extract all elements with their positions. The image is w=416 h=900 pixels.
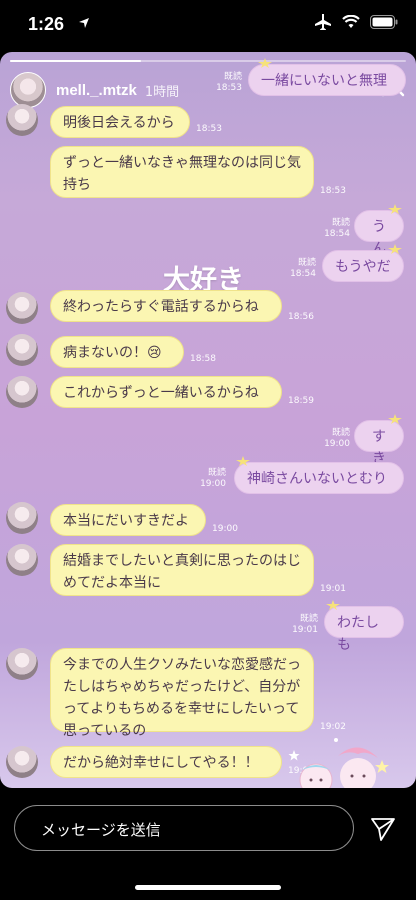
read-receipt: 既読 18:53 bbox=[212, 72, 242, 94]
message-bubble-received: 病まないの！😢 bbox=[50, 336, 184, 368]
message-time: 18:56 bbox=[288, 312, 314, 322]
message-bubble-sent: 一緒にいないと無理 bbox=[248, 64, 406, 96]
star-decoration-icon bbox=[326, 600, 340, 610]
send-icon[interactable] bbox=[370, 816, 396, 842]
message-bubble-sent: もうやだ bbox=[322, 250, 404, 282]
message-bubble-received: これからずっと一緒いるからね bbox=[50, 376, 282, 408]
read-label: 既読 bbox=[331, 218, 350, 228]
sender-avatar[interactable] bbox=[6, 292, 38, 324]
read-receipt: 既読 19:00 bbox=[196, 468, 226, 490]
location-arrow-icon bbox=[79, 18, 89, 28]
story-time-ago: 1時間 bbox=[144, 84, 180, 100]
status-bar: 1:26 bbox=[0, 0, 416, 48]
read-label: 既読 bbox=[299, 614, 318, 624]
sender-avatar[interactable] bbox=[6, 648, 38, 680]
sender-avatar[interactable] bbox=[6, 746, 38, 778]
status-time: 1:26 bbox=[28, 14, 65, 34]
message-time: 18:53 bbox=[320, 186, 346, 196]
message-bubble-sent: 神崎さんいないとむり bbox=[234, 462, 404, 494]
message-bubble-received: 終わったらすぐ電話するからね bbox=[50, 290, 282, 322]
message-time: 18:58 bbox=[190, 354, 216, 364]
message-time: 19:00 bbox=[212, 524, 238, 534]
sender-avatar[interactable] bbox=[6, 104, 38, 136]
star-decoration-icon bbox=[236, 456, 250, 466]
message-time: 18:53 bbox=[196, 124, 222, 134]
status-icons bbox=[314, 14, 398, 30]
message-bubble-received: 結婚までしたいと真剣に思ったのはじめてだよ本当に bbox=[50, 544, 314, 596]
read-label: 既読 bbox=[223, 72, 242, 82]
wifi-icon bbox=[342, 15, 360, 28]
story-progress-fill bbox=[10, 60, 141, 62]
read-label: 既読 bbox=[297, 258, 316, 268]
star-decoration-icon bbox=[388, 204, 402, 214]
star-decoration-icon bbox=[388, 244, 402, 254]
read-receipt: 既読 19:01 bbox=[288, 614, 318, 636]
message-time: 19:01 bbox=[320, 584, 346, 594]
read-label: 既読 bbox=[207, 468, 226, 478]
message-bubble-received: 本当にだいすきだよ bbox=[50, 504, 206, 536]
sender-avatar[interactable] bbox=[6, 502, 38, 534]
message-time: 18:59 bbox=[288, 396, 314, 406]
battery-icon bbox=[370, 15, 398, 29]
message-bubble-sent: うん bbox=[354, 210, 404, 257]
sender-avatar[interactable] bbox=[6, 544, 38, 576]
sender-avatar[interactable] bbox=[6, 334, 38, 366]
message-time: 19:00 bbox=[324, 439, 350, 449]
star-decoration-icon bbox=[258, 58, 272, 68]
read-receipt: 既読 18:54 bbox=[320, 218, 350, 240]
avatar[interactable] bbox=[10, 72, 46, 108]
home-indicator bbox=[135, 885, 281, 890]
reply-placeholder: メッセージを送信 bbox=[41, 821, 161, 839]
read-receipt: 既読 19:00 bbox=[320, 428, 350, 450]
message-time: 18:53 bbox=[216, 83, 242, 93]
message-time: 19:00 bbox=[200, 479, 226, 489]
story-username[interactable]: mell._.mtzk bbox=[56, 82, 137, 99]
twin-stars-sticker-icon bbox=[288, 738, 389, 788]
message-time: 19:01 bbox=[292, 625, 318, 635]
message-reply-input[interactable]: メッセージを送信 bbox=[14, 805, 354, 851]
message-bubble-received: 明後日会えるから bbox=[50, 106, 190, 138]
message-bubble-received: ずっと一緒いなきゃ無理なのは同じ気持ち bbox=[50, 146, 314, 198]
sender-avatar[interactable] bbox=[6, 376, 38, 408]
message-bubble-received: だから絶対幸せにしてやる！！ bbox=[50, 746, 282, 778]
message-time: 18:54 bbox=[324, 229, 350, 239]
story-header: mell._.mtzk 1時間 bbox=[10, 70, 179, 110]
star-decoration-icon bbox=[388, 414, 402, 424]
message-bubble-sent: わたしも bbox=[324, 606, 404, 653]
message-bubble-received: 今までの人生クソみたいな恋愛感だったしはちゃめちゃだったけど、自分がってよりもち… bbox=[50, 648, 314, 739]
read-label: 既読 bbox=[331, 428, 350, 438]
message-time: 18:54 bbox=[290, 269, 316, 279]
story-progress-bar bbox=[10, 60, 406, 62]
story-viewer[interactable]: mell._.mtzk 1時間 ••• 既読 18:53 一緒にいないと無理 明… bbox=[0, 52, 416, 788]
airplane-icon bbox=[315, 14, 331, 30]
read-receipt: 既読 18:54 bbox=[286, 258, 316, 280]
message-bubble-sent: すき bbox=[354, 420, 404, 467]
